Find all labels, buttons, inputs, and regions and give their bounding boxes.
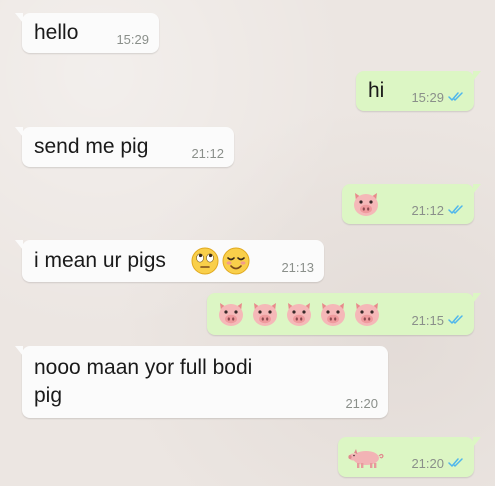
message-timestamp: 15:29 [116, 32, 149, 47]
pig-face-emoji-icon [350, 189, 382, 219]
face-with-rolling-eyes-icon [190, 246, 220, 276]
message-bubble-outgoing[interactable]: hi 15:29 [356, 71, 481, 111]
emoji-group [190, 246, 251, 276]
message-timestamp: 21:13 [281, 260, 314, 275]
message-text: i mean ur pigs [34, 249, 166, 272]
pig-face-emoji-icon [215, 299, 247, 329]
message-bubble-incoming[interactable]: nooo maan yor full bodi pig 21:20 [15, 346, 388, 418]
double-check-read-icon [448, 457, 464, 468]
message-text: send me pig [34, 135, 149, 158]
message-bubble-outgoing[interactable]: 21:20 [338, 437, 481, 477]
message-text: hello [34, 21, 79, 44]
pig-face-emoji-icon [249, 299, 281, 329]
message-bubble-incoming[interactable]: hello 15:29 [15, 13, 159, 53]
double-check-read-icon [448, 204, 464, 215]
message-timestamp: 21:12 [411, 203, 444, 218]
pig-emoji-icon [346, 445, 386, 469]
relieved-face-icon [221, 246, 251, 276]
message-timestamp: 21:20 [411, 456, 444, 471]
message-bubble-outgoing[interactable]: 21:12 [342, 184, 481, 224]
message-text-line: nooo maan yor full bodi [34, 356, 253, 379]
chat-conversation[interactable]: hello 15:29 hi 15:29 send me pig 21:12 2… [0, 0, 495, 486]
message-timestamp: 21:12 [191, 146, 224, 161]
message-timestamp: 15:29 [411, 90, 444, 105]
pig-face-emoji-icon [351, 299, 383, 329]
message-timestamp: 21:15 [411, 313, 444, 328]
message-bubble-incoming[interactable]: send me pig 21:12 [15, 127, 234, 167]
pig-face-emoji-icon [317, 299, 349, 329]
double-check-read-icon [448, 91, 464, 102]
pig-face-emoji-icon [283, 299, 315, 329]
emoji-group [350, 189, 382, 219]
emoji-group [346, 445, 386, 469]
message-bubble-outgoing[interactable]: 21:15 [207, 293, 481, 335]
message-timestamp: 21:20 [345, 396, 378, 411]
message-text: hi [368, 79, 385, 102]
message-bubble-incoming[interactable]: i mean ur pigs 21:13 [15, 240, 324, 282]
emoji-group [215, 299, 383, 329]
double-check-read-icon [448, 314, 464, 325]
message-text-line: pig [34, 384, 63, 407]
